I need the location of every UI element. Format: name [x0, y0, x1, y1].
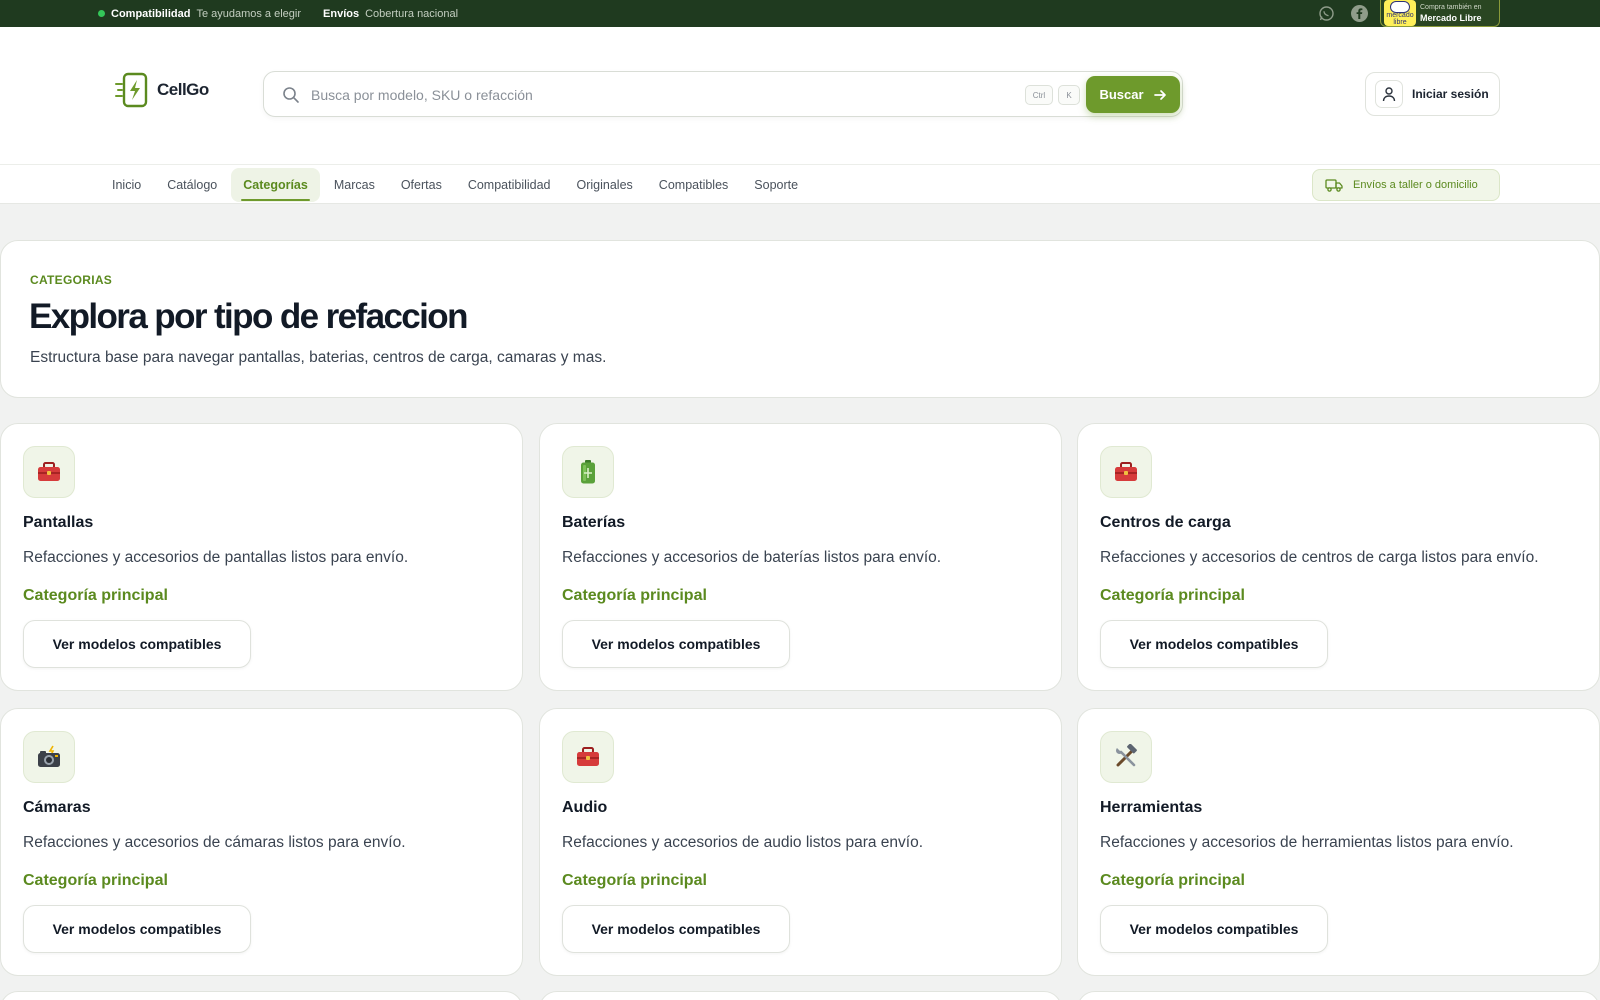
category-card-baterias: Baterías Refacciones y accesorios de bat…: [539, 423, 1062, 691]
search-input[interactable]: [311, 82, 961, 108]
arrow-right-icon: [1153, 89, 1166, 100]
search-button[interactable]: Buscar: [1086, 76, 1180, 113]
category-tag: Categoría principal: [23, 872, 168, 889]
toolbox-icon: [1100, 446, 1152, 498]
category-tag: Categoría principal: [562, 587, 707, 604]
phone-bolt-icon: [115, 72, 148, 108]
shipping-pill-label: Envíos a taller o domicilio: [1353, 179, 1478, 191]
shipping-pill[interactable]: Envíos a taller o domicilio: [1312, 169, 1500, 201]
cellgo-logo[interactable]: CellGo: [115, 72, 209, 108]
facebook-icon[interactable]: [1351, 5, 1368, 22]
toolbox-icon: [562, 731, 614, 783]
login-button[interactable]: Iniciar sesión: [1365, 72, 1500, 116]
category-card-next: [539, 991, 1062, 1000]
category-title: Pantallas: [23, 514, 94, 531]
category-desc: Refacciones y accesorios de herramientas…: [1100, 834, 1514, 851]
kbd-ctrl: Ctrl: [1025, 85, 1053, 105]
compat-text: Te ayudamos a elegir: [196, 7, 302, 20]
category-desc: Refacciones y accesorios de audio listos…: [562, 834, 924, 851]
top-bar: Compatibilidad Te ayudamos a elegir Enví…: [0, 0, 1600, 27]
mercado-libre-badge[interactable]: mercado libre Compra también en Mercado …: [1380, 0, 1500, 27]
search-icon: [282, 86, 300, 109]
ship-label: Envíos: [323, 7, 360, 20]
compat-label: Compatibilidad: [111, 7, 191, 20]
category-desc: Refacciones y accesorios de centros de c…: [1100, 549, 1539, 566]
view-compatible-models-button[interactable]: Ver modelos compatibles: [562, 905, 790, 953]
ml-big-text: Mercado Libre: [1420, 13, 1482, 23]
view-compatible-models-button[interactable]: Ver modelos compatibles: [23, 620, 251, 668]
category-desc: Refacciones y accesorios de pantallas li…: [23, 549, 409, 566]
nav-item-categorias[interactable]: Categorías: [231, 168, 320, 202]
category-title: Audio: [562, 799, 608, 816]
logo-text: CellGo: [157, 80, 209, 99]
truck-icon: [1325, 179, 1343, 192]
hero-eyebrow: CATEGORIAS: [30, 273, 113, 287]
search-bar: Ctrl K Buscar: [263, 71, 1183, 117]
category-tag: Categoría principal: [1100, 872, 1245, 889]
user-icon: [1375, 80, 1403, 108]
category-card-centros-de-carga: Centros de carga Refacciones y accesorio…: [1077, 423, 1600, 691]
login-label: Iniciar sesión: [1412, 87, 1489, 101]
nav-item-ofertas[interactable]: Ofertas: [389, 168, 454, 202]
kbd-k: K: [1058, 85, 1080, 105]
whatsapp-icon[interactable]: [1318, 5, 1335, 22]
category-desc: Refacciones y accesorios de cámaras list…: [23, 834, 406, 851]
nav-item-inicio[interactable]: Inicio: [100, 168, 153, 202]
category-tag: Categoría principal: [1100, 587, 1245, 604]
view-compatible-models-button[interactable]: Ver modelos compatibles: [1100, 905, 1328, 953]
nav-item-catalogo[interactable]: Catálogo: [155, 168, 229, 202]
mercado-libre-logo: mercado libre: [1384, 0, 1416, 26]
category-tag: Categoría principal: [562, 872, 707, 889]
compat-info: Compatibilidad Te ayudamos a elegir: [98, 8, 301, 20]
page-title: Explora por tipo de refaccion: [29, 297, 468, 336]
camera-flash-icon: [23, 731, 75, 783]
ship-text: Cobertura nacional: [365, 7, 459, 20]
nav-item-soporte[interactable]: Soporte: [742, 168, 810, 202]
category-card-audio: Audio Refacciones y accesorios de audio …: [539, 708, 1062, 976]
category-tag: Categoría principal: [23, 587, 168, 604]
view-compatible-models-button[interactable]: Ver modelos compatibles: [1100, 620, 1328, 668]
category-title: Herramientas: [1100, 799, 1203, 816]
view-compatible-models-button[interactable]: Ver modelos compatibles: [562, 620, 790, 668]
battery-icon: [562, 446, 614, 498]
nav-item-compatibilidad[interactable]: Compatibilidad: [456, 168, 563, 202]
view-compatible-models-button[interactable]: Ver modelos compatibles: [23, 905, 251, 953]
main-nav: Inicio Catálogo Categorías Marcas Oferta…: [0, 164, 1600, 204]
nav-item-marcas[interactable]: Marcas: [322, 168, 387, 202]
category-card-herramientas: Herramientas Refacciones y accesorios de…: [1077, 708, 1600, 976]
category-title: Centros de carga: [1100, 514, 1231, 531]
ml-small-text: Compra también en: [1420, 4, 1482, 11]
ship-info: Envíos Cobertura nacional: [323, 8, 458, 20]
status-dot: [98, 10, 105, 17]
header: CellGo Ctrl K Buscar Iniciar sesión: [0, 27, 1600, 164]
hero-panel: CATEGORIAS Explora por tipo de refaccion…: [0, 240, 1600, 398]
category-card-pantallas: Pantallas Refacciones y accesorios de pa…: [0, 423, 523, 691]
nav-item-compatibles[interactable]: Compatibles: [647, 168, 740, 202]
category-title: Baterías: [562, 514, 626, 531]
toolbox-icon: [23, 446, 75, 498]
hero-subtitle: Estructura base para navegar pantallas, …: [30, 349, 607, 366]
category-title: Cámaras: [23, 799, 91, 816]
category-card-next: [0, 991, 523, 1000]
category-card-camaras: Cámaras Refacciones y accesorios de cáma…: [0, 708, 523, 976]
hammer-wrench-icon: [1100, 731, 1152, 783]
nav-item-originales[interactable]: Originales: [565, 168, 645, 202]
category-card-next: [1077, 991, 1600, 1000]
search-button-label: Buscar: [1099, 87, 1144, 102]
category-desc: Refacciones y accesorios de baterías lis…: [562, 549, 942, 566]
